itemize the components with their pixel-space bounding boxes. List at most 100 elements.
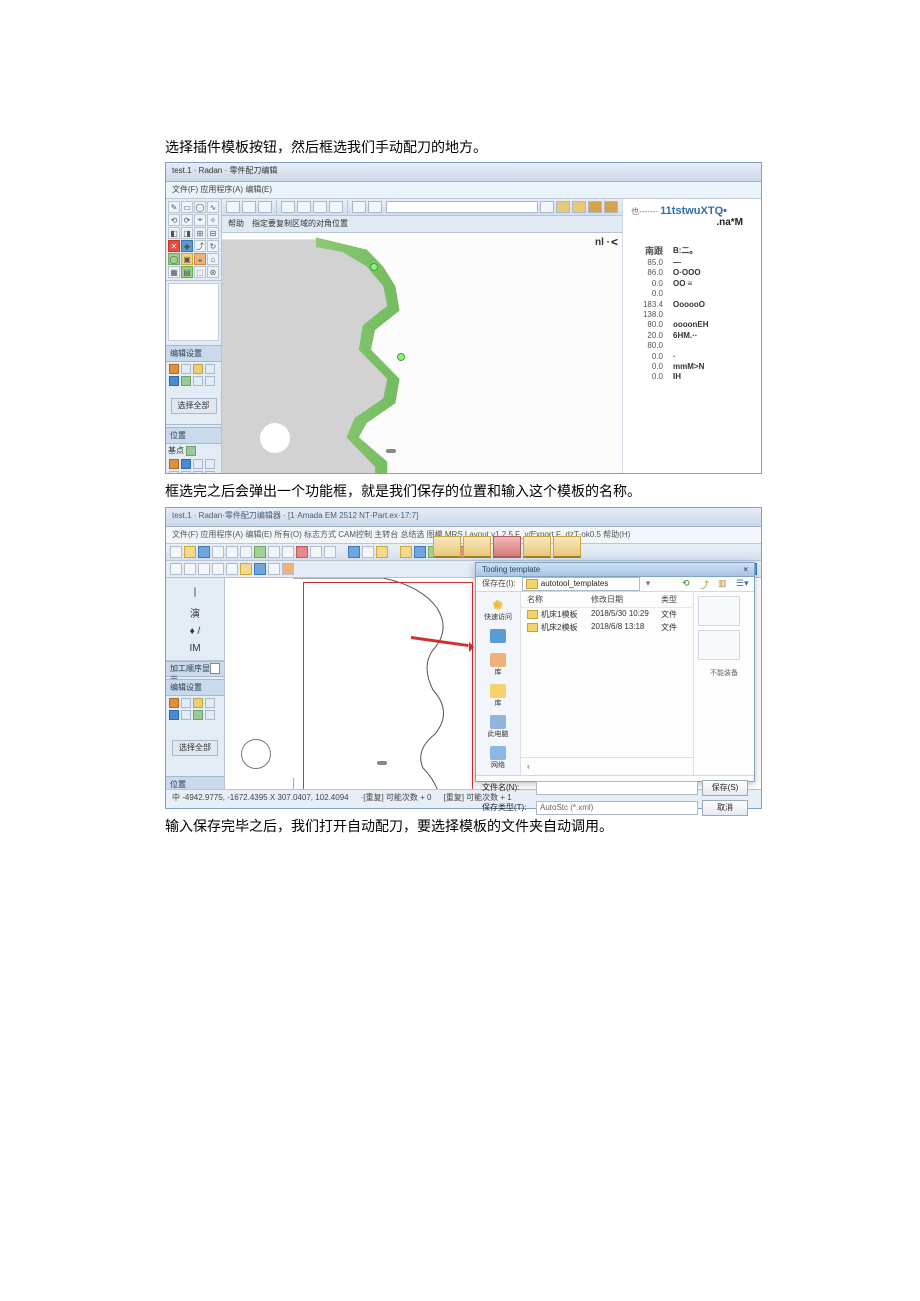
ribbon-icon[interactable]	[242, 201, 256, 213]
info-link[interactable]: 11tstwuXTQ•	[660, 205, 727, 217]
tool-icon[interactable]: ◯	[168, 253, 180, 265]
ribbon-icon[interactable]	[329, 201, 343, 213]
pos-swatch[interactable]	[169, 471, 179, 473]
ribbon-icon[interactable]	[226, 546, 238, 558]
tool-icon[interactable]: ✧	[207, 214, 219, 226]
ribbon-icon[interactable]	[310, 546, 322, 558]
tool-icon[interactable]: ⌖	[194, 214, 206, 226]
tool-icon[interactable]: ∿	[207, 201, 219, 213]
tool-icon[interactable]: ⊟	[207, 227, 219, 239]
search-icon[interactable]	[540, 201, 554, 213]
pos-swatch[interactable]	[193, 459, 203, 469]
pos-swatch[interactable]	[181, 459, 191, 469]
tool-icon[interactable]: ⊛	[207, 266, 219, 278]
color-swatch[interactable]	[193, 710, 203, 720]
ribbon-icon[interactable]	[368, 201, 382, 213]
node-marker[interactable]	[397, 353, 405, 361]
filename-input[interactable]	[536, 781, 698, 795]
place-network[interactable]: 网络	[490, 746, 506, 769]
ribbon-icon[interactable]	[254, 563, 266, 575]
tab-button[interactable]	[553, 536, 581, 558]
place-thispc[interactable]: 此电脑	[488, 715, 509, 738]
color-swatch[interactable]	[169, 698, 179, 708]
ribbon-icon[interactable]	[268, 563, 280, 575]
select-all-button[interactable]: 选择全部	[171, 398, 217, 414]
tool-icon[interactable]: ⟳	[181, 214, 193, 226]
place-desktop[interactable]	[490, 629, 506, 645]
ribbon-icon[interactable]	[348, 546, 360, 558]
tool-icon[interactable]: ◨	[181, 227, 193, 239]
color-swatch[interactable]	[169, 364, 179, 374]
ribbon-icon[interactable]	[362, 546, 374, 558]
tool-icon[interactable]: ◆	[181, 240, 193, 252]
pos-swatch[interactable]	[205, 471, 215, 473]
tool-icon[interactable]: ◒	[194, 253, 206, 265]
filetype-combo[interactable]: AutoStc (*.xml)	[536, 801, 698, 815]
tool-icon[interactable]: ⬚	[194, 266, 206, 278]
ribbon-icon[interactable]	[588, 201, 602, 213]
ribbon-icon[interactable]	[296, 546, 308, 558]
color-swatch[interactable]	[193, 376, 203, 386]
tool-icon[interactable]: ▤	[181, 266, 193, 278]
process-order-bar[interactable]: 加工顺序显示	[166, 661, 224, 677]
ribbon-icon[interactable]	[170, 546, 182, 558]
tool-icon[interactable]: ▦	[168, 266, 180, 278]
cancel-button[interactable]: 取消	[702, 800, 748, 816]
file-list-header[interactable]: 名称 修改日期 类型	[521, 592, 693, 608]
canvas-viewport[interactable]	[222, 233, 622, 473]
close-icon[interactable]: ×	[743, 565, 748, 574]
ribbon-icon[interactable]	[400, 546, 412, 558]
tool-icon[interactable]: ⊞	[194, 227, 206, 239]
ribbon-icon[interactable]	[281, 201, 295, 213]
color-swatch[interactable]	[169, 710, 179, 720]
tool-icon[interactable]: ✎	[168, 201, 180, 213]
color-swatch[interactable]	[181, 710, 191, 720]
tool-icon[interactable]: ⌂	[207, 253, 219, 265]
help-search-input[interactable]	[386, 201, 538, 213]
ribbon-icon[interactable]	[268, 546, 280, 558]
place-recent[interactable]: 快速访问	[484, 598, 512, 621]
ribbon-icon[interactable]	[556, 201, 570, 213]
color-swatch[interactable]	[205, 376, 215, 386]
ribbon-icon[interactable]	[170, 563, 182, 575]
ribbon-icon[interactable]	[313, 201, 327, 213]
ribbon-icon[interactable]	[352, 201, 366, 213]
color-swatch[interactable]	[181, 698, 191, 708]
ribbon-icon[interactable]	[226, 563, 238, 575]
view-icon[interactable]: ☰▾	[736, 578, 748, 590]
ribbon-icon[interactable]	[212, 546, 224, 558]
ribbon-icon[interactable]	[604, 201, 618, 213]
pos-swatch[interactable]	[193, 471, 203, 473]
tool-icon[interactable]: ◧	[168, 227, 180, 239]
save-button[interactable]: 保存(S)	[702, 780, 748, 796]
pos-swatch[interactable]	[205, 459, 215, 469]
ribbon-icon[interactable]	[258, 201, 272, 213]
place-libraries[interactable]: 库	[490, 653, 506, 676]
color-swatch[interactable]	[193, 364, 203, 374]
pos-swatch[interactable]	[169, 459, 179, 469]
ribbon-icon[interactable]	[240, 563, 252, 575]
up-icon[interactable]: ⤴	[700, 578, 712, 590]
ribbon-icon[interactable]	[212, 563, 224, 575]
new-folder-icon[interactable]: ▥	[718, 578, 730, 590]
ribbon-icon[interactable]	[240, 546, 252, 558]
pos-swatch[interactable]	[181, 471, 191, 473]
tab-button[interactable]	[523, 536, 551, 558]
ribbon-icon[interactable]	[282, 563, 294, 575]
color-swatch[interactable]	[181, 364, 191, 374]
ribbon-icon[interactable]	[226, 201, 240, 213]
tool-icon[interactable]: ◯	[194, 201, 206, 213]
tool-icon[interactable]: ▣	[181, 253, 193, 265]
ribbon-icon[interactable]	[282, 546, 294, 558]
color-swatch[interactable]	[205, 698, 215, 708]
color-swatch[interactable]	[205, 364, 215, 374]
select-all-button-2[interactable]: 选择全部	[172, 740, 218, 756]
ribbon-icon[interactable]	[414, 546, 426, 558]
add-icon[interactable]	[186, 446, 196, 456]
ribbon-icon[interactable]	[198, 563, 210, 575]
ribbon-icon[interactable]	[184, 546, 196, 558]
color-swatch[interactable]	[181, 376, 191, 386]
place-libraries-2[interactable]: 库	[490, 684, 506, 707]
delete-icon[interactable]: ✕	[168, 240, 180, 252]
tool-icon[interactable]: ▭	[181, 201, 193, 213]
